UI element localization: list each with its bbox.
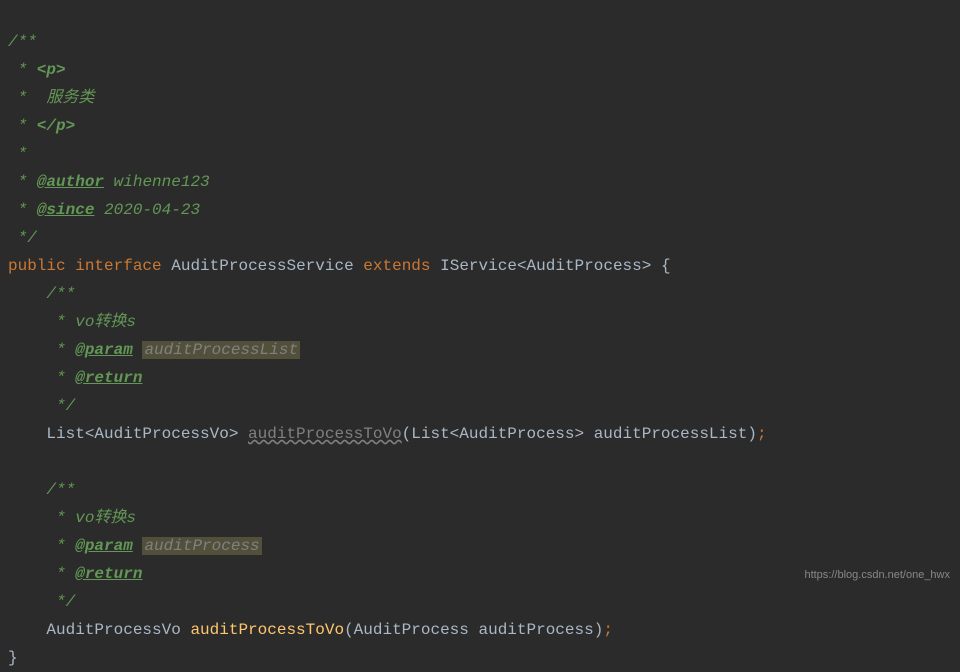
- indent: [8, 285, 46, 303]
- watermark: https://blog.csdn.net/one_hwx: [804, 566, 950, 585]
- comment-line: /**: [8, 33, 37, 51]
- space: [431, 257, 441, 275]
- doctag-param: @param: [75, 537, 133, 555]
- comment-line: *: [8, 537, 75, 555]
- indent: [8, 425, 46, 443]
- doctag-since: @since: [37, 201, 95, 219]
- doctag-author: @author: [37, 173, 104, 191]
- comment-line: *: [8, 61, 37, 79]
- doctag-return: @return: [75, 369, 142, 387]
- param-name: auditProcess: [142, 537, 261, 555]
- method-name: auditProcessToVo: [190, 621, 344, 639]
- return-type: AuditProcessVo: [46, 621, 190, 639]
- return-type: List<AuditProcessVo>: [46, 425, 248, 443]
- indent: [8, 621, 46, 639]
- html-tag: </p>: [37, 117, 75, 135]
- comment-line: *: [8, 341, 75, 359]
- param-name: auditProcessList: [142, 341, 300, 359]
- indent: [8, 481, 46, 499]
- space: [354, 257, 364, 275]
- comment-line: *: [8, 509, 75, 527]
- comment-line: [8, 397, 56, 415]
- comment-line: *: [8, 173, 37, 191]
- class-name: AuditProcessService: [171, 257, 353, 275]
- comment-line: *: [8, 369, 75, 387]
- space: [162, 257, 172, 275]
- keyword-public: public: [8, 257, 66, 275]
- comment-line: *: [8, 201, 37, 219]
- keyword-extends: extends: [363, 257, 430, 275]
- comment-line: /**: [46, 285, 75, 303]
- comment-line: /**: [46, 481, 75, 499]
- extends-type: IService<AuditProcess> {: [440, 257, 670, 275]
- semicolon: ;: [757, 425, 767, 443]
- doctag-return: @return: [75, 565, 142, 583]
- method-name-unused: auditProcessToVo: [248, 425, 402, 443]
- method-params: (AuditProcess auditProcess): [344, 621, 603, 639]
- author-value: wihenne123: [104, 173, 210, 191]
- semicolon: ;: [603, 621, 613, 639]
- html-tag: <p>: [37, 61, 66, 79]
- comment-text: vo转换s: [75, 313, 136, 331]
- since-value: 2020-04-23: [94, 201, 200, 219]
- comment-line: *: [8, 89, 46, 107]
- comment-line: *: [8, 145, 27, 163]
- comment-text: 服务类: [46, 89, 94, 107]
- comment-line: *: [8, 313, 75, 331]
- comment-end: */: [56, 397, 75, 415]
- closing-brace: }: [8, 649, 18, 667]
- comment-line: *: [8, 117, 37, 135]
- comment-end: */: [56, 593, 75, 611]
- comment-line: */: [8, 229, 37, 247]
- space: [66, 257, 76, 275]
- space: [133, 341, 143, 359]
- comment-text: vo转换s: [75, 509, 136, 527]
- keyword-interface: interface: [75, 257, 161, 275]
- doctag-param: @param: [75, 341, 133, 359]
- comment-line: [8, 593, 56, 611]
- comment-line: *: [8, 565, 75, 583]
- method-params: (List<AuditProcess> auditProcessList): [402, 425, 757, 443]
- space: [133, 537, 143, 555]
